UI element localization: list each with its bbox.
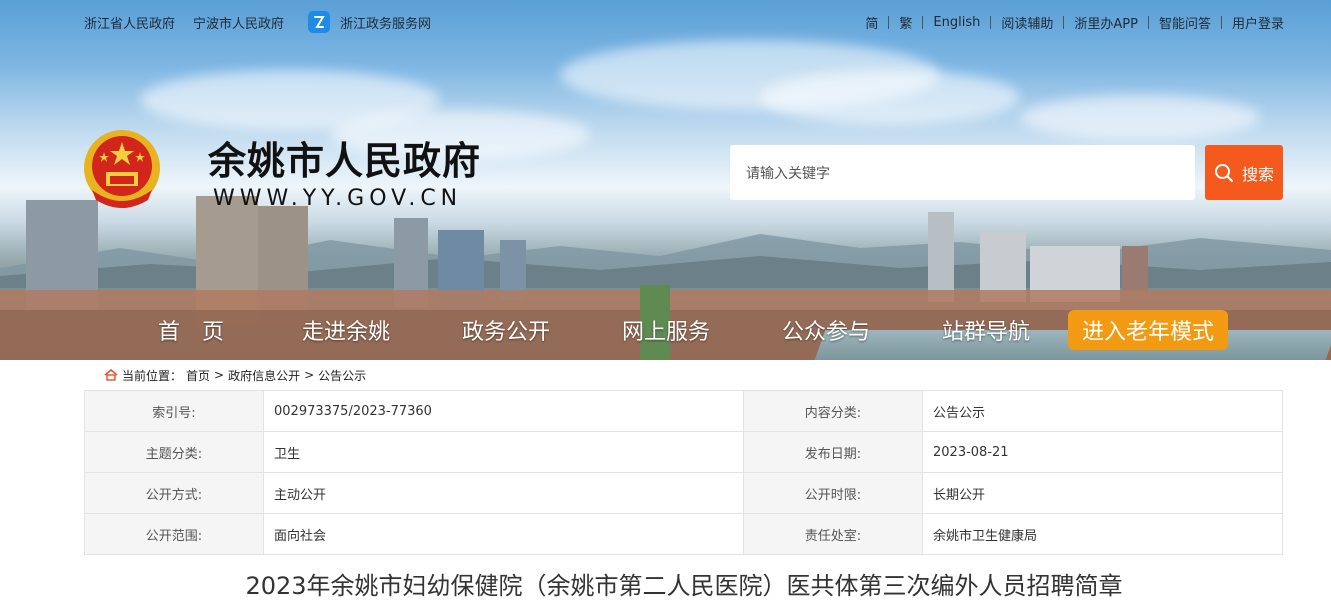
- article-title: 2023年余姚市妇幼保健院（余姚市第二人民医院）医共体第三次编外人员招聘简章: [245, 572, 1123, 600]
- table-row: 主题分类: 卫生 发布日期: 2023-08-21: [84, 431, 1283, 473]
- table-key: 公开方式:: [84, 472, 264, 514]
- zj-service-logo-icon: [308, 11, 331, 33]
- link-zj-service[interactable]: 浙江政务服务网: [308, 11, 431, 33]
- divider: [888, 15, 890, 29]
- cloud: [760, 70, 1020, 125]
- search-button[interactable]: 搜索: [1205, 145, 1283, 200]
- cloud: [1020, 95, 1260, 140]
- table-key: 发布日期:: [743, 431, 923, 473]
- table-row: 索引号: 002973375/2023-77360 内容分类: 公告公示: [84, 390, 1283, 432]
- link-zlb-app[interactable]: 浙里办APP: [1074, 13, 1138, 32]
- breadcrumb-separator: >: [214, 368, 225, 382]
- breadcrumb-label: 当前位置：: [122, 368, 183, 383]
- link-traditional[interactable]: 繁: [899, 13, 912, 32]
- table-value: 面向社会: [263, 513, 744, 555]
- link-zhejiang-gov[interactable]: 浙江省人民政府: [84, 13, 175, 32]
- table-key: 公开范围:: [84, 513, 264, 555]
- national-emblem-icon[interactable]: [82, 128, 162, 210]
- table-key: 内容分类:: [743, 390, 923, 432]
- breadcrumb: 当前位置： 首页 > 政府信息公开 > 公告公示: [104, 366, 366, 384]
- site-url: WWW.YY.GOV.CN: [213, 186, 463, 211]
- link-reading-aid[interactable]: 阅读辅助: [1001, 13, 1053, 32]
- nav-online-service[interactable]: 网上服务: [622, 314, 710, 346]
- link-ningbo-gov[interactable]: 宁波市人民政府: [193, 13, 284, 32]
- elder-mode-button[interactable]: 进入老年模式: [1068, 310, 1228, 350]
- nav-gov-disclosure[interactable]: 政务公开: [462, 314, 550, 346]
- search-input[interactable]: [730, 145, 1195, 200]
- link-english[interactable]: English: [933, 15, 980, 30]
- nav-public-participation[interactable]: 公众参与: [782, 314, 870, 346]
- table-value: 主动公开: [263, 472, 744, 514]
- divider: [1063, 15, 1065, 29]
- link-user-login[interactable]: 用户登录: [1232, 13, 1284, 32]
- table-row: 公开范围: 面向社会 责任处室: 余姚市卫生健康局: [84, 513, 1283, 555]
- home-icon: [104, 369, 118, 381]
- breadcrumb-disclosure[interactable]: 政府信息公开: [228, 367, 300, 384]
- table-value: 长期公开: [922, 472, 1283, 514]
- table-key: 公开时限:: [743, 472, 923, 514]
- divider: [1220, 15, 1222, 29]
- table-key: 责任处室:: [743, 513, 923, 555]
- topbar-left: 浙江省人民政府 宁波市人民政府 浙江政务服务网: [84, 11, 431, 33]
- info-table: 索引号: 002973375/2023-77360 内容分类: 公告公示 主题分…: [84, 390, 1283, 555]
- table-value: 002973375/2023-77360: [263, 390, 744, 432]
- search-button-label: 搜索: [1241, 164, 1274, 184]
- table-value: 2023-08-21: [922, 431, 1283, 473]
- table-key: 主题分类:: [84, 431, 264, 473]
- nav-about-yuyao[interactable]: 走进余姚: [302, 314, 390, 346]
- topbar-right: 简 繁 English 阅读辅助 浙里办APP 智能问答 用户登录: [865, 12, 1284, 32]
- site-title: 余姚市人民政府: [208, 139, 482, 183]
- breadcrumb-separator: >: [304, 368, 315, 382]
- divider: [990, 15, 992, 29]
- nav-home[interactable]: 首 页: [158, 314, 224, 346]
- table-row: 公开方式: 主动公开 公开时限: 长期公开: [84, 472, 1283, 514]
- table-value: 卫生: [263, 431, 744, 473]
- zj-service-label: 浙江政务服务网: [340, 16, 432, 32]
- breadcrumb-home[interactable]: 首页: [186, 367, 210, 384]
- table-value: 公告公示: [922, 390, 1283, 432]
- breadcrumb-announcements[interactable]: 公告公示: [318, 367, 366, 384]
- table-key: 索引号:: [84, 390, 264, 432]
- search-icon: [1214, 163, 1233, 182]
- divider: [1147, 15, 1149, 29]
- divider: [922, 15, 924, 29]
- nav-site-navigation[interactable]: 站群导航: [942, 314, 1030, 346]
- link-simplified[interactable]: 简: [865, 13, 878, 32]
- link-smart-qa[interactable]: 智能问答: [1159, 13, 1211, 32]
- table-value: 余姚市卫生健康局: [922, 513, 1283, 555]
